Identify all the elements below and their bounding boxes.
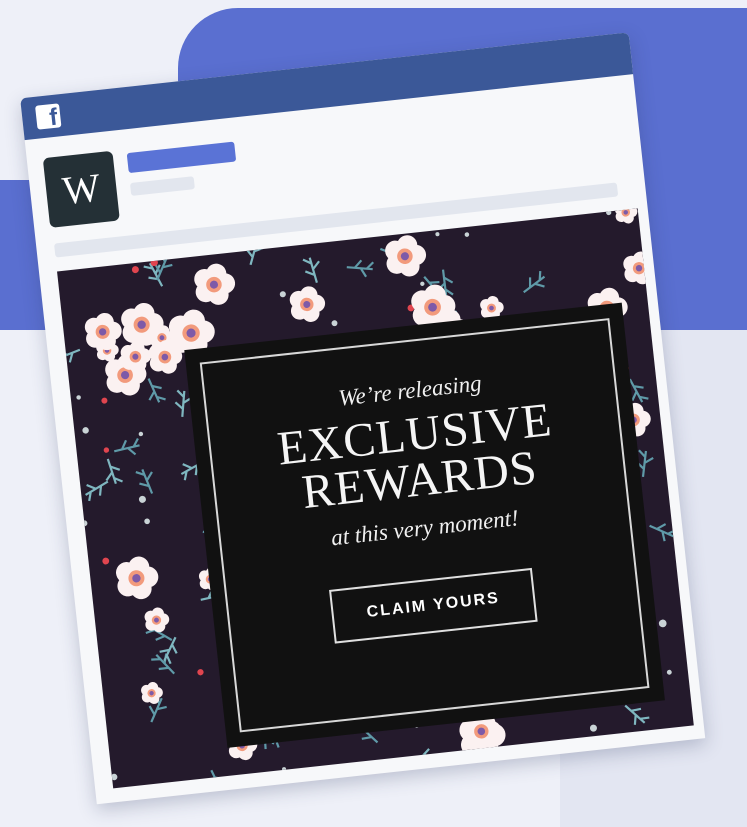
ad-image[interactable]: We’re releasing EXCLUSIVE REWARDS at thi… bbox=[57, 208, 694, 789]
promo-box: We’re releasing EXCLUSIVE REWARDS at thi… bbox=[184, 302, 665, 748]
page-name-placeholder[interactable] bbox=[126, 141, 237, 174]
illustration-stage: f W We’re releasing EXCLUSIVE REWARDS at… bbox=[0, 0, 747, 827]
facebook-icon[interactable]: f bbox=[35, 103, 62, 130]
post-meta-placeholder bbox=[129, 176, 195, 196]
page-avatar[interactable]: W bbox=[42, 150, 120, 228]
social-post-window: f W We’re releasing EXCLUSIVE REWARDS at… bbox=[20, 32, 706, 805]
